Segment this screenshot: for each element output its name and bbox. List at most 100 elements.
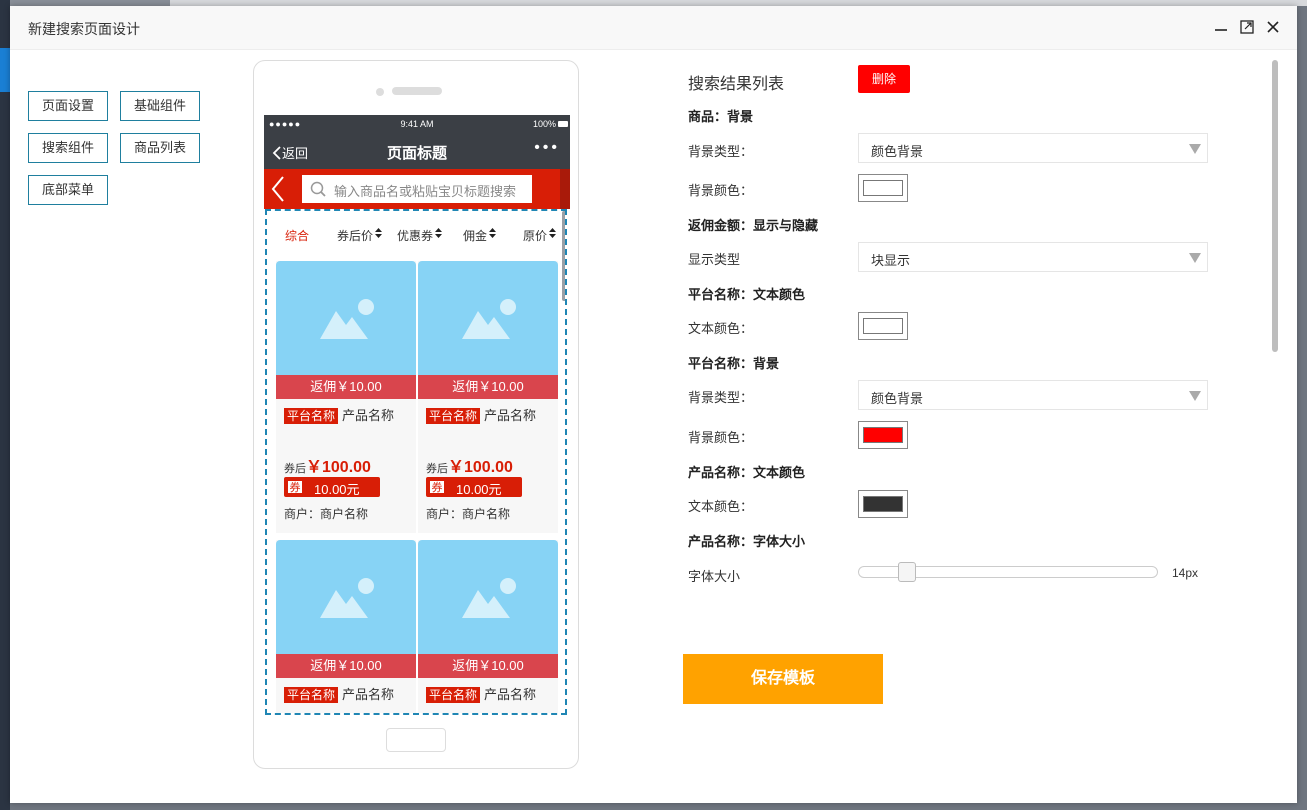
color-swatch-platform-text <box>863 318 903 334</box>
section-rebate: 返佣金额：显示与隐藏 <box>688 218 819 233</box>
maximize-icon[interactable] <box>1238 18 1256 36</box>
minimize-icon[interactable] <box>1212 18 1230 36</box>
search-input[interactable]: 输入商品名或粘贴宝贝标题搜索 <box>302 175 532 203</box>
product-name: 产品名称 <box>484 687 537 702</box>
search-component-button[interactable]: 搜索组件 <box>28 133 108 163</box>
platform-badge: 平台名称 <box>284 408 339 424</box>
dropdown-triangle-icon <box>1189 144 1201 154</box>
rebate-banner: 返佣￥10.00 <box>276 375 416 399</box>
section-product-text: 产品名称：文本颜色 <box>688 465 806 480</box>
status-bar: ●●●●● 9:41 AM 100% <box>264 115 570 135</box>
platform-text-color-picker[interactable] <box>858 312 908 340</box>
platform-badge: 平台名称 <box>426 408 481 424</box>
sort-item-coupon[interactable]: 优惠券 <box>397 227 443 244</box>
product-card[interactable]: 返佣￥10.00 平台名称 产品名称 券后￥100.00 券 10.00元 商户：商… <box>276 261 416 533</box>
basic-components-button[interactable]: 基础组件 <box>120 91 200 121</box>
image-placeholder-icon <box>462 578 516 618</box>
product-list-button[interactable]: 商品列表 <box>120 133 200 163</box>
delete-button[interactable]: 删除 <box>858 65 910 93</box>
font-size-value: 14px <box>1172 566 1199 580</box>
platform-bg-type-select[interactable]: 颜色背景 <box>858 380 1208 410</box>
product-text-color-label: 文本颜色： <box>688 499 754 514</box>
more-icon[interactable]: ••• <box>534 139 560 157</box>
dropdown-triangle-icon <box>1189 391 1201 401</box>
section-platform-text: 平台名称：文本颜色 <box>688 287 806 302</box>
page-settings-button[interactable]: 页面设置 <box>28 91 108 121</box>
dialog-scrollbar[interactable] <box>1272 60 1278 352</box>
product-name: 产品名称 <box>342 687 395 702</box>
list-scrollbar[interactable] <box>562 211 565 301</box>
product-image-placeholder <box>276 540 416 654</box>
search-component[interactable]: 输入商品名或粘贴宝贝标题搜索 <box>264 169 570 209</box>
rebate-banner: 返佣￥10.00 <box>418 375 558 399</box>
text-color-label: 文本颜色： <box>688 321 754 336</box>
product-image-placeholder <box>276 261 416 375</box>
coupon-badge: 券 10.00元 <box>426 477 522 497</box>
display-type-select[interactable]: 块显示 <box>858 242 1208 272</box>
product-name: 产品名称 <box>484 408 537 423</box>
phone-camera <box>376 88 384 96</box>
bottom-menu-button[interactable]: 底部菜单 <box>28 175 108 205</box>
product-image-placeholder <box>418 540 558 654</box>
background-sidebar <box>0 0 10 810</box>
sort-item-general[interactable]: 综合 <box>285 227 309 244</box>
sort-item-after-coupon-price[interactable]: 券后价 <box>337 227 383 244</box>
shop-name: 商户：商户名称 <box>284 507 369 521</box>
phone-page-title: 页面标题 <box>386 145 447 162</box>
status-time: 9:41 AM <box>400 119 434 129</box>
sort-item-original-price[interactable]: 原价 <box>523 227 557 244</box>
product-card[interactable]: 返佣￥10.00 平台名称 产品名称 <box>276 540 416 713</box>
color-swatch-platform-bg <box>863 427 903 443</box>
bg-type-select[interactable]: 颜色背景 <box>858 133 1208 163</box>
shop-name: 商户：商户名称 <box>426 507 511 521</box>
phone-home-button <box>386 728 446 752</box>
platform-bg-color-label: 背景颜色： <box>688 430 754 445</box>
dropdown-triangle-icon <box>1189 253 1201 263</box>
product-text-color-picker[interactable] <box>858 490 908 518</box>
battery-icon <box>558 121 568 127</box>
platform-badge: 平台名称 <box>426 687 481 703</box>
rebate-banner: 返佣￥10.00 <box>418 654 558 678</box>
settings-panel: 搜索结果列表 删除 商品：背景 背景类型： 颜色背景 背景颜色： 返佣金额：显示… <box>678 60 1238 606</box>
phone-preview: ●●●●● 9:41 AM 100% 返回 页面标题 ••• 输入商品名或粘贴宝… <box>253 60 579 769</box>
price-after-coupon: 券后￥100.00 <box>284 459 371 476</box>
image-placeholder-icon <box>320 578 374 618</box>
save-template-button[interactable]: 保存模板 <box>683 654 883 704</box>
goods-bg-color-picker[interactable] <box>858 174 908 202</box>
product-name: 产品名称 <box>342 408 395 423</box>
font-size-slider[interactable] <box>858 562 1158 582</box>
color-swatch-goods-bg <box>863 180 903 196</box>
close-icon[interactable] <box>1264 18 1282 36</box>
battery-percent: 100% <box>532 119 556 129</box>
phone-screen: ●●●●● 9:41 AM 100% 返回 页面标题 ••• 输入商品名或粘贴宝… <box>264 115 570 715</box>
font-size-label: 字体大小 <box>688 569 741 584</box>
product-image-placeholder <box>418 261 558 375</box>
rebate-banner: 返佣￥10.00 <box>276 654 416 678</box>
platform-bg-color-picker[interactable] <box>858 421 908 449</box>
sort-arrows-icon <box>489 228 497 238</box>
dialog-title: 新建搜索页面设计 <box>28 21 140 37</box>
design-dialog: 新建搜索页面设计 页面设置 基础组件 搜索组件 商品列表 底部菜单 ●●●●● … <box>10 6 1297 803</box>
section-platform-bg: 平台名称：背景 <box>688 356 780 371</box>
image-placeholder-icon <box>320 299 374 339</box>
price-after-coupon: 券后￥100.00 <box>426 459 513 476</box>
sort-item-commission[interactable]: 佣金 <box>463 227 497 244</box>
sort-arrows-icon <box>435 228 443 238</box>
section-goods-bg: 商品：背景 <box>688 109 754 124</box>
sort-arrows-icon <box>549 228 557 238</box>
search-back-icon[interactable] <box>270 175 286 203</box>
font-size-slider-handle[interactable] <box>898 562 916 582</box>
product-card[interactable]: 返佣￥10.00 平台名称 产品名称 券后￥100.00 券 10.00元 商户：商… <box>418 261 558 533</box>
product-card[interactable]: 返佣￥10.00 平台名称 产品名称 <box>418 540 558 713</box>
display-type-label: 显示类型 <box>688 252 741 267</box>
search-icon <box>310 181 326 197</box>
bg-color-label: 背景颜色： <box>688 183 754 198</box>
coupon-badge: 券 10.00元 <box>284 477 380 497</box>
platform-badge: 平台名称 <box>284 687 339 703</box>
coupon-icon: 券 <box>287 480 303 494</box>
section-product-size: 产品名称：字体大小 <box>688 534 806 549</box>
sort-bar: 综合 券后价 优惠券 佣金 原价 <box>267 211 565 257</box>
search-result-list[interactable]: 综合 券后价 优惠券 佣金 原价 返佣￥10.00 平台名称 产品名称 券后￥10… <box>265 209 567 715</box>
settings-title: 搜索结果列表 <box>688 76 785 93</box>
image-placeholder-icon <box>462 299 516 339</box>
